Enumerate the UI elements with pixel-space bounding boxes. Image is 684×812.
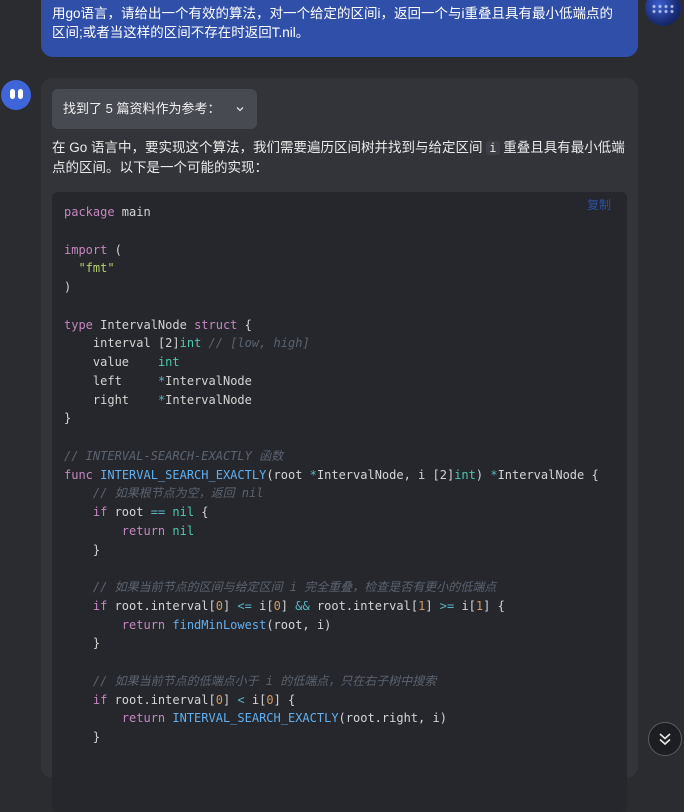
assistant-avatar	[1, 80, 31, 110]
code-block: 复制 package main import ( "fmt" ) type In…	[52, 192, 627, 812]
user-avatar	[645, 0, 681, 26]
scroll-to-bottom-button[interactable]	[648, 722, 682, 756]
references-label: 找到了 5 篇资料作为参考：	[63, 101, 221, 116]
user-message-text: 用go语言，请给出一个有效的算法，对一个给定的区间i，返回一个与i重叠且具有最小…	[52, 6, 614, 40]
avatar-eye-icon	[18, 89, 23, 99]
assistant-answer-card: 找到了 5 篇资料作为参考： 在 Go 语言中，要实现这个算法，我们需要遍历区间…	[41, 78, 638, 812]
chevron-down-icon	[236, 107, 244, 112]
intro-text: 在 Go 语言中，要实现这个算法，我们需要遍历区间树并找到与给定区间	[52, 140, 487, 155]
answer-intro: 在 Go 语言中，要实现这个算法，我们需要遍历区间树并找到与给定区间 i 重叠且…	[52, 138, 627, 178]
user-message-bubble: 用go语言，请给出一个有效的算法，对一个给定的区间i，返回一个与i重叠且具有最小…	[41, 0, 638, 57]
references-dropdown[interactable]: 找到了 5 篇资料作为参考：	[52, 89, 257, 129]
inline-code: i	[486, 141, 500, 155]
code-content: package main import ( "fmt" ) type Inter…	[64, 205, 599, 744]
avatar-eye-icon	[10, 89, 15, 99]
double-chevron-down-icon	[659, 733, 671, 746]
